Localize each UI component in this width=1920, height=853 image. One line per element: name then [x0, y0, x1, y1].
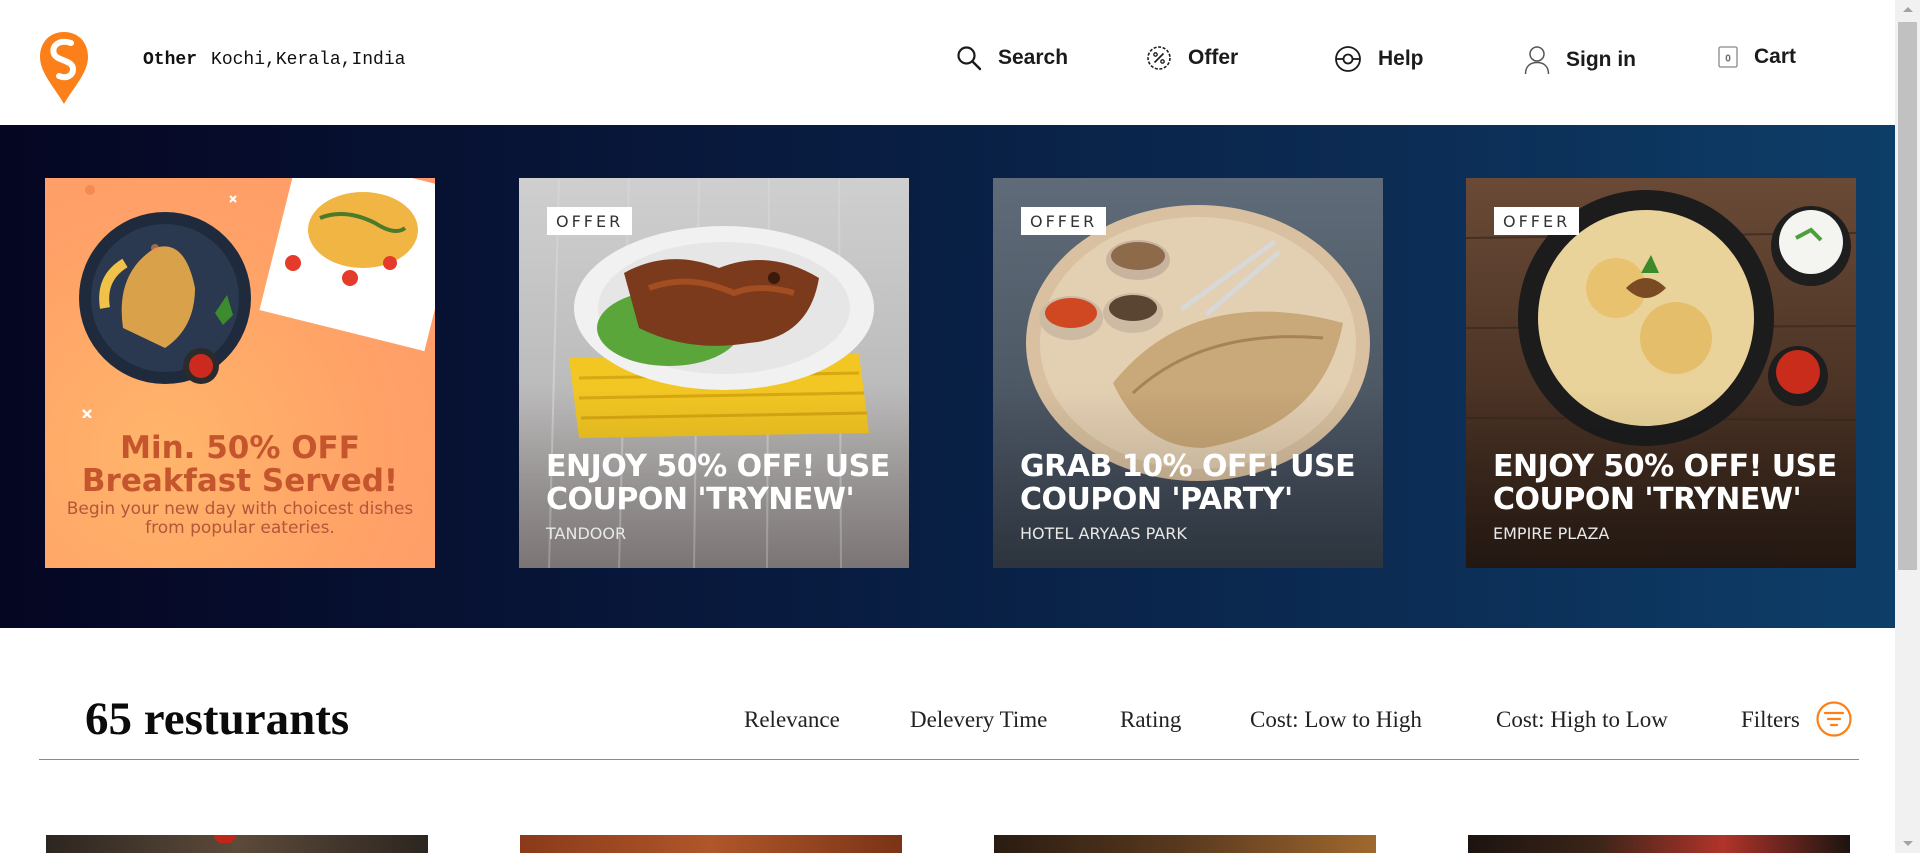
- location-selector[interactable]: Other Kochi,Kerala,India: [143, 50, 405, 70]
- nav-help[interactable]: Help: [1334, 45, 1424, 73]
- search-icon: [957, 46, 982, 71]
- restaurant-count: 65 resturants: [85, 693, 350, 745]
- nav-offer-label: Offer: [1188, 46, 1239, 69]
- offer-subtitle: Begin your new day with choicest dishes …: [66, 499, 414, 538]
- offer-tag: OFFER: [1021, 207, 1107, 235]
- offer-restaurant: TANDOOR: [546, 524, 627, 543]
- offer-restaurant: HOTEL ARYAAS PARK: [1020, 524, 1187, 543]
- sort-delivery-time[interactable]: Delevery Time: [910, 707, 1047, 733]
- page-scrollbar[interactable]: [1895, 0, 1920, 853]
- offer-restaurant: EMPIRE PLAZA: [1493, 524, 1610, 543]
- top-header: Other Kochi,Kerala,India Search Offer Hel…: [0, 0, 1895, 125]
- offer-card-breakfast[interactable]: Min. 50% OFF Breakfast Served! Begin you…: [45, 178, 435, 568]
- nav-sign-in-label: Sign in: [1566, 48, 1636, 71]
- nav-cart[interactable]: 0 Cart: [1718, 45, 1796, 69]
- restaurant-card-image[interactable]: [520, 835, 902, 853]
- sort-cost-high-to-low[interactable]: Cost: High to Low: [1496, 707, 1668, 733]
- swiggy-logo[interactable]: [38, 30, 90, 106]
- offer-headline: GRAB 10% OFF! USE COUPON 'PARTY': [1020, 449, 1356, 517]
- restaurant-card-image[interactable]: [46, 835, 428, 853]
- nav-help-label: Help: [1378, 47, 1424, 70]
- restaurant-card-image[interactable]: [1468, 835, 1850, 853]
- help-icon: [1335, 46, 1361, 72]
- filter-icon[interactable]: [1815, 700, 1853, 738]
- cart-icon: 0: [1718, 46, 1738, 68]
- scroll-up-arrow[interactable]: [1903, 7, 1913, 12]
- nav-search-label: Search: [998, 46, 1069, 69]
- scroll-down-arrow[interactable]: [1903, 841, 1913, 846]
- nav-cart-label: Cart: [1754, 45, 1797, 68]
- scrollbar-thumb[interactable]: [1898, 22, 1917, 570]
- filters-button[interactable]: Filters: [1741, 707, 1800, 733]
- location-value: Kochi,Kerala,India: [211, 50, 406, 70]
- offer-headline: ENJOY 50% OFF! USE COUPON 'TRYNEW': [546, 449, 890, 517]
- offers-carousel: Min. 50% OFF Breakfast Served! Begin you…: [0, 125, 1895, 628]
- sort-rating[interactable]: Rating: [1120, 707, 1181, 733]
- offer-tag: OFFER: [547, 207, 633, 235]
- location-label: Other: [143, 50, 198, 70]
- cart-count: 0: [1725, 54, 1731, 65]
- offer-title: Min. 50% OFF Breakfast Served!: [81, 430, 399, 499]
- nav-search[interactable]: Search: [956, 45, 1068, 71]
- sort-divider: [39, 759, 1859, 760]
- sort-cost-low-to-high[interactable]: Cost: Low to High: [1250, 707, 1422, 733]
- offer-card-empire-plaza[interactable]: OFFER ENJOY 50% OFF! USE COUPON 'TRYNEW'…: [1466, 178, 1856, 568]
- offer-card-tandoor[interactable]: OFFER ENJOY 50% OFF! USE COUPON 'TRYNEW'…: [519, 178, 909, 568]
- offer-headline: ENJOY 50% OFF! USE COUPON 'TRYNEW': [1493, 449, 1837, 517]
- breakfast-food-image: [79, 178, 435, 418]
- user-icon: [1524, 46, 1550, 75]
- nav-offer[interactable]: Offer: [1146, 45, 1238, 71]
- sort-relevance[interactable]: Relevance: [744, 707, 840, 733]
- offer-tag: OFFER: [1494, 207, 1580, 235]
- offer-icon: [1147, 46, 1171, 70]
- nav-sign-in[interactable]: Sign in: [1524, 45, 1636, 75]
- offer-card-hotel-aryaas-park[interactable]: OFFER GRAB 10% OFF! USE COUPON 'PARTY' H…: [993, 178, 1383, 568]
- restaurant-card-image[interactable]: [994, 835, 1376, 853]
